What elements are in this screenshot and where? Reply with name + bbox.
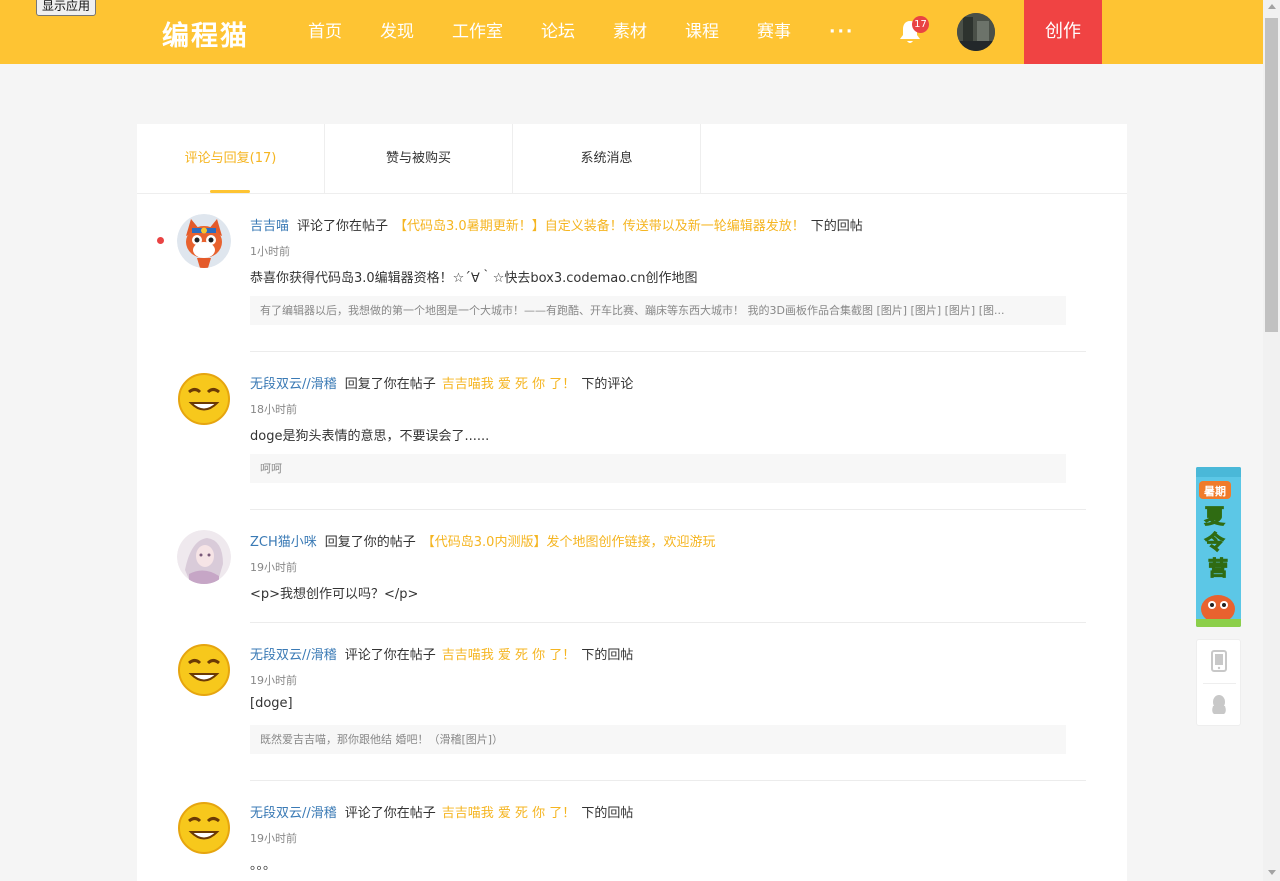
action-text: 评论了你在帖子 bbox=[297, 219, 389, 234]
suffix-text: 下的回帖 bbox=[581, 806, 634, 821]
tab-system-messages[interactable]: 系统消息 bbox=[513, 124, 701, 193]
action-text: 回复了你的帖子 bbox=[324, 535, 416, 550]
message-tabs: 评论与回复(17) 赞与被购买 系统消息 bbox=[137, 124, 1127, 194]
suffix-text: 下的评论 bbox=[581, 377, 634, 392]
username-link[interactable]: 无段双云//滑稽 bbox=[250, 806, 337, 821]
message-content: doge是狗头表情的意思，不要误会了...... bbox=[250, 429, 490, 444]
unread-dot bbox=[157, 237, 164, 244]
main-nav: 首页 发现 工作室 论坛 素材 课程 赛事 ··· bbox=[308, 0, 892, 64]
scrollbar-thumb[interactable] bbox=[1265, 18, 1278, 332]
action-text: 回复了你在帖子 bbox=[344, 377, 436, 392]
active-tab-indicator bbox=[210, 190, 250, 193]
divider bbox=[250, 509, 1086, 510]
suffix-text: 下的回帖 bbox=[810, 219, 863, 234]
avatar[interactable] bbox=[177, 801, 231, 855]
timestamp: 19小时前 bbox=[250, 832, 297, 845]
username-link[interactable]: 无段双云//滑稽 bbox=[250, 377, 337, 392]
message-content: [doge] bbox=[250, 696, 293, 711]
timestamp: 19小时前 bbox=[250, 561, 297, 574]
quoted-text: 既然爱吉吉喵，那你跟他结 婚吧！（滑稽[图片]） bbox=[250, 725, 1066, 754]
top-navigation-bar: 编程猫 首页 发现 工作室 论坛 素材 课程 赛事 ··· 17 创作 bbox=[0, 0, 1263, 64]
nav-courses[interactable]: 课程 bbox=[685, 0, 719, 64]
suffix-text: 下的回帖 bbox=[581, 648, 634, 663]
page-scrollbar[interactable] bbox=[1263, 0, 1280, 881]
messages-card: 评论与回复(17) 赞与被购买 系统消息 吉吉喵 评论了你在帖子 【代码岛3.0… bbox=[137, 124, 1127, 881]
username-link[interactable]: 无段双云//滑稽 bbox=[250, 648, 337, 663]
message-content: 。。。 bbox=[250, 858, 277, 873]
divider bbox=[1203, 683, 1236, 684]
message-summary: 无段双云//滑稽 回复了你在帖子 吉吉喵我 爱 死 你 了！ 下的评论 bbox=[250, 373, 633, 392]
qq-icon[interactable] bbox=[1210, 694, 1228, 716]
message-summary: 无段双云//滑稽 评论了你在帖子 吉吉喵我 爱 死 你 了！ 下的回帖 bbox=[250, 644, 633, 663]
show-app-button[interactable]: 显示应用 bbox=[36, 0, 97, 16]
phone-icon[interactable] bbox=[1210, 650, 1228, 672]
site-logo[interactable]: 编程猫 bbox=[162, 14, 249, 53]
scroll-down-arrow-icon[interactable] bbox=[1268, 870, 1276, 875]
nav-studio[interactable]: 工作室 bbox=[452, 0, 503, 64]
message-content: <p>我想创作可以吗？</p> bbox=[250, 587, 419, 602]
message-summary: ZCH猫小咪 回复了你的帖子 【代码岛3.0内测版】发个地图创作链接，欢迎游玩 bbox=[250, 531, 715, 550]
post-link[interactable]: 【代码岛3.0暑期更新！】自定义装备！传送带以及新一轮编辑器发放！ bbox=[394, 219, 805, 234]
avatar[interactable] bbox=[177, 530, 231, 584]
nav-materials[interactable]: 素材 bbox=[613, 0, 647, 64]
divider bbox=[250, 351, 1086, 352]
banner-main-text: 夏 令 营 bbox=[1205, 504, 1232, 580]
post-link[interactable]: 吉吉喵我 爱 死 你 了！ bbox=[442, 377, 576, 392]
timestamp: 19小时前 bbox=[250, 674, 297, 687]
side-tools bbox=[1196, 639, 1241, 726]
notification-badge: 17 bbox=[912, 16, 929, 33]
nav-home[interactable]: 首页 bbox=[308, 0, 342, 64]
nav-forum[interactable]: 论坛 bbox=[541, 0, 575, 64]
user-avatar[interactable] bbox=[957, 13, 995, 51]
timestamp: 1小时前 bbox=[250, 245, 290, 258]
action-text: 评论了你在帖子 bbox=[344, 806, 436, 821]
avatar[interactable] bbox=[177, 372, 231, 426]
tab-likes-purchases[interactable]: 赞与被购买 bbox=[325, 124, 513, 193]
summer-camp-banner[interactable]: 暑期 夏 令 营 bbox=[1196, 467, 1241, 627]
username-link[interactable]: ZCH猫小咪 bbox=[250, 535, 317, 550]
divider bbox=[250, 780, 1086, 781]
avatar[interactable] bbox=[177, 214, 231, 268]
divider bbox=[250, 622, 1086, 623]
nav-events[interactable]: 赛事 bbox=[757, 0, 791, 64]
username-link[interactable]: 吉吉喵 bbox=[250, 219, 289, 234]
avatar[interactable] bbox=[177, 643, 231, 697]
quoted-text: 有了编辑器以后，我想做的第一个地图是一个大城市！——有跑酷、开车比赛、蹦床等东西… bbox=[250, 296, 1066, 325]
message-content: 恭喜你获得代码岛3.0编辑器资格！☆´∀｀☆快去box3.codemao.cn创… bbox=[250, 271, 698, 286]
tab-comments-replies[interactable]: 评论与回复(17) bbox=[137, 124, 325, 193]
message-summary: 无段双云//滑稽 评论了你在帖子 吉吉喵我 爱 死 你 了！ 下的回帖 bbox=[250, 802, 633, 821]
timestamp: 18小时前 bbox=[250, 403, 297, 416]
scroll-up-arrow-icon[interactable] bbox=[1268, 4, 1276, 9]
nav-more[interactable]: ··· bbox=[829, 0, 854, 64]
message-summary: 吉吉喵 评论了你在帖子 【代码岛3.0暑期更新！】自定义装备！传送带以及新一轮编辑器… bbox=[250, 215, 863, 234]
post-link[interactable]: 吉吉喵我 爱 死 你 了！ bbox=[442, 648, 576, 663]
post-link[interactable]: 吉吉喵我 爱 死 你 了！ bbox=[442, 806, 576, 821]
action-text: 评论了你在帖子 bbox=[344, 648, 436, 663]
post-link[interactable]: 【代码岛3.0内测版】发个地图创作链接，欢迎游玩 bbox=[422, 535, 716, 550]
banner-small-text: 暑期 bbox=[1204, 484, 1226, 498]
nav-discover[interactable]: 发现 bbox=[380, 0, 414, 64]
create-button[interactable]: 创作 bbox=[1024, 0, 1102, 64]
quoted-text: 呵呵 bbox=[250, 454, 1066, 483]
